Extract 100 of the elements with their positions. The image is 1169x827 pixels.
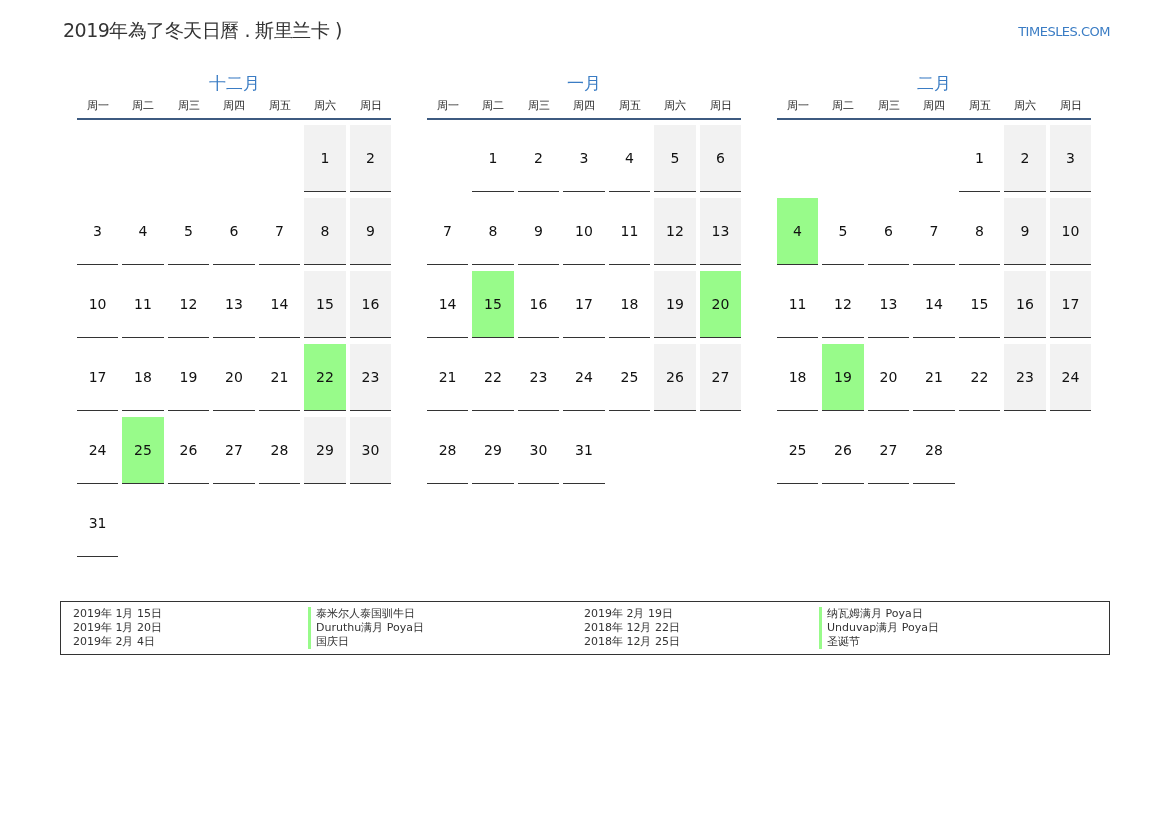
day-cell: 3 <box>563 125 605 192</box>
day-cell: 24 <box>1049 344 1091 411</box>
day-cell: 23 <box>349 344 391 411</box>
holiday-name: 国庆日 <box>308 635 584 649</box>
day-cell: 25 <box>608 344 651 411</box>
day-cell: 20 <box>867 344 910 411</box>
day-cell: 29 <box>472 417 514 484</box>
day-cell: 8 <box>958 198 1001 265</box>
day-cell: 5 <box>167 198 210 265</box>
day-cell: 9 <box>1004 198 1046 265</box>
weekday-label: 周三 <box>876 98 901 113</box>
month-title: 二月 <box>916 72 952 95</box>
day-cell: 16 <box>1004 271 1046 338</box>
day-cell: 24 <box>77 417 119 484</box>
day-cell: 10 <box>563 198 605 265</box>
day-cell: 4 <box>122 198 164 265</box>
weekday-label: 周一 <box>85 98 110 113</box>
weekday-label: 周五 <box>267 98 292 113</box>
day-cell: 7 <box>427 198 469 265</box>
day-cell: 14 <box>913 271 955 338</box>
holiday-name: 纳瓦姆满月 Poya日 <box>819 607 1095 621</box>
day-cell: 27 <box>699 344 741 411</box>
day-cell: 27 <box>213 417 255 484</box>
day-cell: 3 <box>1049 125 1091 192</box>
day-cell: 13 <box>213 271 255 338</box>
day-cell: 31 <box>77 490 119 557</box>
weekday-label: 周四 <box>222 98 246 113</box>
weekday-label: 周一 <box>435 98 460 113</box>
site-logo[interactable]: TIMESLES.COM <box>1018 23 1110 39</box>
day-cell: 4 <box>608 125 651 192</box>
day-cell: 21 <box>427 344 469 411</box>
day-cell: 30 <box>517 417 560 484</box>
day-cell: 1 <box>304 125 346 192</box>
day-cell: 18 <box>777 344 819 411</box>
weekday-label: 周二 <box>481 98 505 113</box>
day-cell: 7 <box>258 198 301 265</box>
day-cell: 7 <box>913 198 955 265</box>
day-cell: 29 <box>304 417 346 484</box>
day-cell: 14 <box>258 271 301 338</box>
day-cell: 22 <box>472 344 514 411</box>
weekday-label: 周三 <box>526 98 551 113</box>
day-cell: 8 <box>472 198 514 265</box>
holiday-cell: 4 <box>777 198 819 265</box>
day-cell: 25 <box>777 417 819 484</box>
day-cell: 8 <box>304 198 346 265</box>
weekday-label: 周六 <box>313 98 337 113</box>
day-cell: 2 <box>1004 125 1046 192</box>
weekday-label: 周四 <box>922 98 946 113</box>
day-cell: 3 <box>77 198 119 265</box>
weekday-label: 周六 <box>1013 98 1037 113</box>
holiday-cell: 15 <box>472 271 514 338</box>
holiday-date: 2018年 12月 25日 <box>584 635 681 649</box>
holiday-date: 2019年 2月 19日 <box>584 607 674 621</box>
weekday-label: 周六 <box>663 98 687 113</box>
day-cell: 24 <box>563 344 605 411</box>
day-cell: 31 <box>563 417 605 484</box>
day-cell: 23 <box>1004 344 1046 411</box>
holiday-name: 泰米尔人泰国驯牛日 <box>308 607 584 621</box>
day-cell: 11 <box>122 271 164 338</box>
day-cell: 1 <box>472 125 514 192</box>
day-cell: 15 <box>304 271 346 338</box>
holiday-cell: 25 <box>122 417 164 484</box>
holiday-cell: 20 <box>699 271 741 338</box>
day-cell: 11 <box>777 271 819 338</box>
day-cell: 18 <box>608 271 651 338</box>
day-cell: 5 <box>654 125 696 192</box>
weekday-label: 周五 <box>617 98 642 113</box>
day-cell: 21 <box>258 344 301 411</box>
day-cell: 30 <box>349 417 391 484</box>
day-cell: 16 <box>349 271 391 338</box>
day-cell: 12 <box>822 271 864 338</box>
holiday-name: Unduvap满月 Poya日 <box>819 621 1095 635</box>
month-title: 一月 <box>566 72 602 95</box>
day-cell: 23 <box>517 344 560 411</box>
day-cell: 18 <box>122 344 164 411</box>
day-cell: 6 <box>867 198 910 265</box>
page-title: 2019年為了冬天日曆 . 斯里兰卡 ) <box>63 18 342 43</box>
weekday-label: 周二 <box>131 98 155 113</box>
day-cell: 28 <box>913 417 955 484</box>
holiday-name: Duruthu满月 Poya日 <box>308 621 584 635</box>
holiday-cell: 22 <box>304 344 346 411</box>
weekday-label: 周日 <box>1058 98 1083 113</box>
day-cell: 12 <box>167 271 210 338</box>
holiday-date: 2018年 12月 22日 <box>584 621 681 635</box>
day-cell: 2 <box>349 125 391 192</box>
day-cell: 12 <box>654 198 696 265</box>
day-cell: 17 <box>1049 271 1091 338</box>
weekday-label: 周五 <box>967 98 992 113</box>
day-cell: 5 <box>822 198 864 265</box>
day-cell: 6 <box>213 198 255 265</box>
weekday-label: 周日 <box>708 98 733 113</box>
day-cell: 21 <box>913 344 955 411</box>
day-cell: 6 <box>699 125 741 192</box>
day-cell: 11 <box>608 198 651 265</box>
day-cell: 17 <box>563 271 605 338</box>
day-cell: 19 <box>654 271 696 338</box>
holiday-cell: 19 <box>822 344 864 411</box>
weekday-label: 周日 <box>358 98 383 113</box>
weekday-label: 周一 <box>785 98 810 113</box>
day-cell: 10 <box>77 271 119 338</box>
